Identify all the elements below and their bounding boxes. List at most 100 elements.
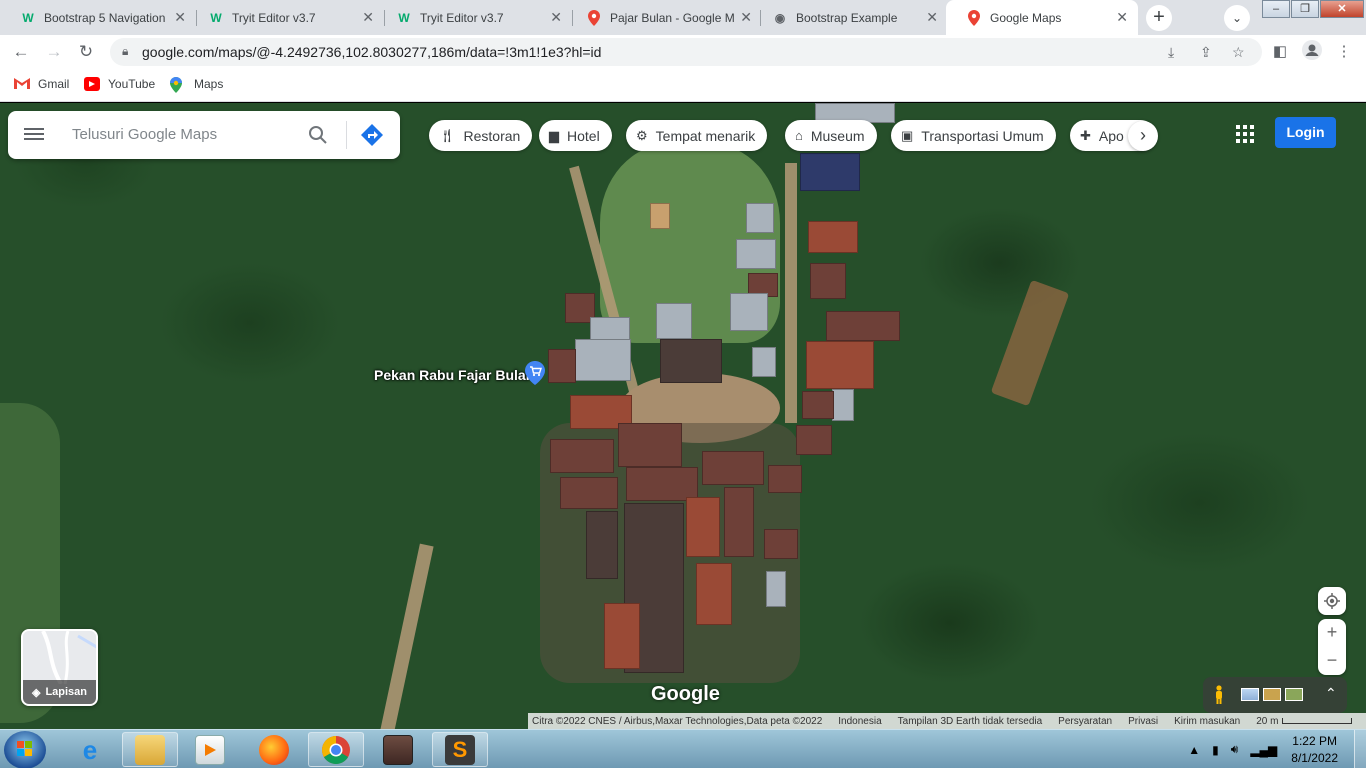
map-bottom-panel: ⌃ — [1203, 677, 1347, 713]
satellite-thumbnail[interactable] — [1263, 688, 1281, 701]
search-icon[interactable] — [308, 125, 328, 145]
hotel-icon: ▆ — [549, 127, 559, 143]
map-building — [702, 451, 764, 485]
tab-tryit-2[interactable]: W Tryit Editor v3.7 ✕ — [376, 0, 572, 35]
taskbar-file-explorer[interactable] — [122, 732, 178, 767]
tab-pajar-bulan[interactable]: Pajar Bulan - Google M ✕ — [566, 0, 762, 35]
close-tab-icon[interactable]: ✕ — [926, 9, 938, 26]
side-panel-icon[interactable]: ◧ — [1268, 40, 1292, 64]
hamburger-menu-icon[interactable] — [24, 125, 44, 145]
close-tab-icon[interactable]: ✕ — [740, 9, 752, 26]
tab-google-maps[interactable]: Google Maps ✕ — [946, 0, 1138, 35]
browser-toolbar: ← → ↻ 🔒︎ google.com/maps/@-4.2492736,102… — [0, 35, 1366, 69]
install-icon[interactable]: ⤓ — [1168, 44, 1174, 61]
profile-icon[interactable] — [1300, 40, 1324, 64]
tab-bootstrap-example[interactable]: ◉ Bootstrap Example ✕ — [752, 0, 948, 35]
new-tab-button[interactable]: + — [1146, 5, 1172, 31]
terms-link[interactable]: Persyaratan — [1058, 716, 1112, 727]
map-canvas[interactable]: Pekan Rabu Fajar Bulan Telusuri Google M… — [0, 103, 1366, 729]
globe-icon: ◉ — [774, 10, 786, 25]
chips-next-button[interactable]: › — [1128, 121, 1158, 151]
show-desktop-button[interactable] — [1354, 730, 1366, 768]
directions-icon[interactable] — [360, 123, 384, 147]
tab-bootstrap5-nav[interactable]: W Bootstrap 5 Navigation ✕ — [0, 0, 196, 35]
maps-icon — [170, 77, 186, 93]
back-arrow-icon[interactable]: ← — [9, 40, 33, 64]
clock[interactable]: 1:22 PM 8/1/2022 — [1291, 733, 1338, 767]
taskbar-sublime-text[interactable]: S — [432, 732, 488, 767]
w3schools-icon: W — [398, 10, 410, 25]
bookmark-gmail[interactable]: Gmail — [14, 77, 69, 91]
bookmark-star-icon[interactable]: ☆ — [1232, 44, 1245, 61]
earth-note: Tampilan 3D Earth tidak tersedia — [897, 715, 1043, 727]
windows-start-button[interactable] — [4, 731, 46, 768]
map-building — [832, 389, 854, 421]
url-text[interactable]: google.com/maps/@-4.2492736,102.8030277,… — [142, 44, 601, 60]
close-window-button[interactable]: ✕ — [1320, 0, 1364, 18]
chip-transit[interactable]: ▣ Transportasi Umum — [891, 120, 1056, 151]
address-bar[interactable]: 🔒︎ google.com/maps/@-4.2492736,102.80302… — [110, 38, 1262, 66]
map-building — [550, 439, 614, 473]
network-signal-icon[interactable]: ▂▄▆ — [1250, 743, 1277, 757]
bookmark-youtube[interactable]: YouTube — [84, 77, 155, 91]
search-input[interactable]: Telusuri Google Maps — [72, 126, 217, 143]
scale-bar[interactable]: 20 m — [1256, 716, 1353, 727]
login-button[interactable]: Login — [1275, 117, 1336, 148]
zoom-in-button[interactable]: + — [1318, 619, 1346, 647]
close-tab-icon[interactable]: ✕ — [362, 9, 374, 26]
map-building — [766, 571, 786, 607]
google-maps-icon — [966, 9, 982, 26]
show-hidden-icons-icon[interactable]: ▲ — [1188, 743, 1200, 757]
bookmark-maps[interactable]: Maps — [170, 77, 223, 93]
taskbar-media-player[interactable] — [182, 732, 238, 767]
volume-icon[interactable]: 🔊︎ — [1231, 742, 1239, 757]
map-building — [586, 511, 618, 579]
close-tab-icon[interactable]: ✕ — [550, 9, 562, 26]
my-location-button[interactable] — [1318, 587, 1346, 615]
taskbar-firefox[interactable] — [246, 732, 302, 767]
chip-attraction[interactable]: ⚙︎ Tempat menarik — [626, 120, 768, 151]
place-label[interactable]: Pekan Rabu Fajar Bulan — [374, 367, 534, 383]
tab-tryit-1[interactable]: W Tryit Editor v3.7 ✕ — [188, 0, 384, 35]
tab-search-button[interactable]: ⌄ — [1224, 5, 1250, 31]
map-building — [808, 221, 858, 253]
layers-button[interactable]: ◈ Lapisan — [21, 629, 98, 706]
expand-icon[interactable]: ⌃ — [1325, 685, 1337, 702]
google-apps-icon[interactable] — [1236, 125, 1254, 143]
windows-logo-icon — [17, 741, 32, 756]
shopping-pin-icon[interactable] — [525, 361, 545, 385]
browser-menu-icon[interactable]: ⋮ — [1332, 40, 1356, 64]
photo-thumbnail[interactable] — [1285, 688, 1303, 701]
reload-icon[interactable]: ↻ — [74, 40, 98, 64]
search-box[interactable]: Telusuri Google Maps — [8, 111, 400, 159]
zoom-control: + − — [1318, 619, 1346, 675]
forward-arrow-icon[interactable]: → — [42, 40, 66, 64]
close-tab-icon[interactable]: ✕ — [1116, 9, 1128, 26]
google-maps-icon — [586, 9, 602, 26]
map-thumbnail — [23, 631, 96, 685]
chip-hotel[interactable]: ▆ Hotel — [539, 120, 612, 151]
map-building — [746, 203, 774, 233]
country-link[interactable]: Indonesia — [838, 716, 881, 727]
close-tab-icon[interactable]: ✕ — [174, 9, 186, 26]
minimize-button[interactable]: – — [1262, 0, 1290, 18]
map-building — [660, 339, 722, 383]
battery-icon[interactable]: ▮ — [1212, 743, 1219, 757]
map-building — [724, 487, 754, 557]
taskbar-internet-explorer[interactable]: e — [62, 732, 118, 767]
window-controls: – ❐ ✕ — [1261, 0, 1364, 18]
chip-restaurant[interactable]: 🍴︎ Restoran — [429, 120, 533, 151]
share-icon[interactable]: ⇪ — [1200, 44, 1212, 61]
transit-icon: ▣ — [901, 127, 914, 143]
chip-museum[interactable]: ⌂ Museum — [785, 120, 877, 151]
terrain-thumbnail[interactable] — [1241, 688, 1259, 701]
taskbar-game[interactable] — [370, 732, 426, 767]
zoom-out-button[interactable]: − — [1318, 647, 1346, 675]
privacy-link[interactable]: Privasi — [1128, 716, 1158, 727]
feedback-link[interactable]: Kirim masukan — [1174, 716, 1240, 727]
map-building — [730, 293, 768, 331]
taskbar-chrome[interactable] — [308, 732, 364, 767]
pegman-icon[interactable] — [1213, 685, 1225, 705]
map-building — [626, 467, 698, 501]
maximize-button[interactable]: ❐ — [1291, 0, 1319, 18]
